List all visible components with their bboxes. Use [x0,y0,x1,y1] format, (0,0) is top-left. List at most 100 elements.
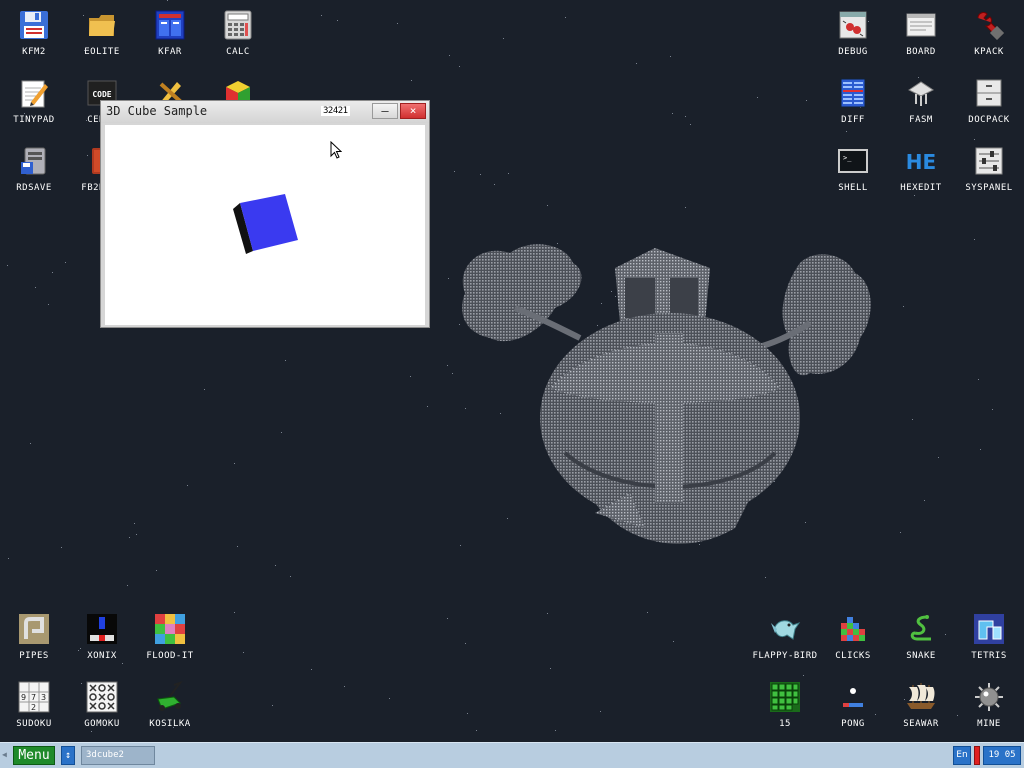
minimize-button[interactable]: – [372,103,398,119]
desktop-icon-sudoku[interactable]: 9732 SUDOKU [0,672,68,734]
desktop-icon-15[interactable]: 15 [751,672,819,734]
desktop-icon-kfm2[interactable]: KFM2 [0,0,68,62]
task-button-3dcube2[interactable]: 3dcube2 [81,746,155,765]
cube-sample-window[interactable]: 3D Cube Sample 32421 – × [100,100,430,328]
icon-label: FLOOD-IT [146,651,194,661]
desktop-icon-gomoku[interactable]: GOMOKU [68,672,136,734]
pipes-icon [17,612,51,646]
star [275,565,276,566]
notepad-icon [17,76,51,110]
desktop-icon-snake[interactable]: SNAKE [887,604,955,666]
star [503,38,504,39]
star [237,546,238,547]
star [476,730,477,731]
star [765,577,766,578]
desktop-icon-eolite[interactable]: EOLITE [68,0,136,62]
icon-label: DIFF [841,115,865,125]
star [690,124,691,125]
star [555,730,556,731]
desktop-icon-pong[interactable]: PONG [819,672,887,734]
star [924,500,925,501]
desktop-icon-calc[interactable]: CALC [204,0,272,62]
star [547,613,548,614]
icon-label: XONIX [87,651,117,661]
desktop-icon-kfar[interactable]: KFAR [136,0,204,62]
icon-label: PIPES [19,651,49,661]
desktop-icon-hexedit[interactable]: HE HEXEDIT [887,136,955,198]
icon-label: BOARD [906,47,936,57]
desktop-icon-docpack[interactable]: DOCPACK [955,68,1023,130]
taskbar-scroll-left-icon[interactable]: ◀ [2,750,7,759]
desktop-icon-fasm[interactable]: FASM [887,68,955,130]
star [243,652,244,653]
folder-icon [85,8,119,42]
floppy-icon [17,8,51,42]
desktop-icon-diff[interactable]: DIFF [819,68,887,130]
desktop-icon-clicks[interactable]: CLICKS [819,604,887,666]
icon-label: PONG [841,719,865,729]
desktop-icon-board[interactable]: BOARD [887,0,955,62]
desktop-icon-pipes[interactable]: PIPES [0,604,68,666]
icon-label: FLAPPY-BIRD [752,651,818,661]
star [467,713,468,714]
star [459,66,460,67]
icon-label: MINE [977,719,1001,729]
fps-counter: 32421 [321,106,350,116]
star [900,532,901,533]
icon-label: KOSILKA [149,719,191,729]
desktop-icon-tetris[interactable]: TETRIS [955,604,1023,666]
star [389,698,390,699]
desktop-icon-tinypad[interactable]: TINYPAD [0,68,68,130]
desktop-icon-mine[interactable]: MINE [955,672,1023,734]
wrench-icon [972,8,1006,42]
star [685,116,686,117]
close-button[interactable]: × [400,103,426,119]
lawnmower-icon [153,680,187,714]
icon-label: KPACK [974,47,1004,57]
star [281,432,282,433]
star [30,443,31,444]
star [670,56,671,57]
svg-text:9: 9 [21,693,26,702]
icon-label: TINYPAD [13,115,55,125]
debug-icon [836,8,870,42]
clock[interactable]: 19 05 [983,746,1021,765]
desktop-icon-flappy-bird[interactable]: FLAPPY-BIRD [743,604,827,666]
icon-label: CALC [226,47,250,57]
star [672,113,673,114]
desktop-icon-seawar[interactable]: SEAWAR [887,672,955,734]
desktop-icon-xonix[interactable]: XONIX [68,604,136,666]
star [272,705,273,706]
desktop-icon-syspanel[interactable]: SYSPANEL [955,136,1023,198]
star [337,20,338,21]
desktop-icon-flood-it[interactable]: FLOOD-IT [136,604,204,666]
star [65,262,66,263]
star [449,55,450,56]
svg-text:>_: >_ [843,154,852,162]
star [311,669,312,670]
icon-label: HEXEDIT [900,183,942,193]
star [234,612,235,613]
window-title-bar[interactable]: 3D Cube Sample 32421 – × [101,101,429,123]
star [427,406,428,407]
task-switch-button[interactable]: ↕ [61,746,75,765]
star [136,534,137,535]
star [903,306,904,307]
mouse-cursor-icon [330,141,342,159]
star [846,131,847,132]
menu-button[interactable]: Menu [13,746,55,765]
desktop-icon-kosilka[interactable]: KOSILKA [136,672,204,734]
icon-label: CLICKS [835,651,871,661]
star [912,419,913,420]
cube-canvas[interactable] [105,125,425,325]
desktop-icon-shell[interactable]: >_ SHELL [819,136,887,198]
desktop-icon-debug[interactable]: DEBUG [819,0,887,62]
star [452,373,453,374]
sudoku-icon: 9732 [17,680,51,714]
board-icon [904,8,938,42]
desktop-icon-kpack[interactable]: KPACK [955,0,1023,62]
fasm-icon [904,76,938,110]
language-indicator[interactable]: En [953,746,971,765]
desktop-icon-rdsave[interactable]: RDSAVE [0,136,68,198]
svg-text:HE: HE [906,150,936,174]
